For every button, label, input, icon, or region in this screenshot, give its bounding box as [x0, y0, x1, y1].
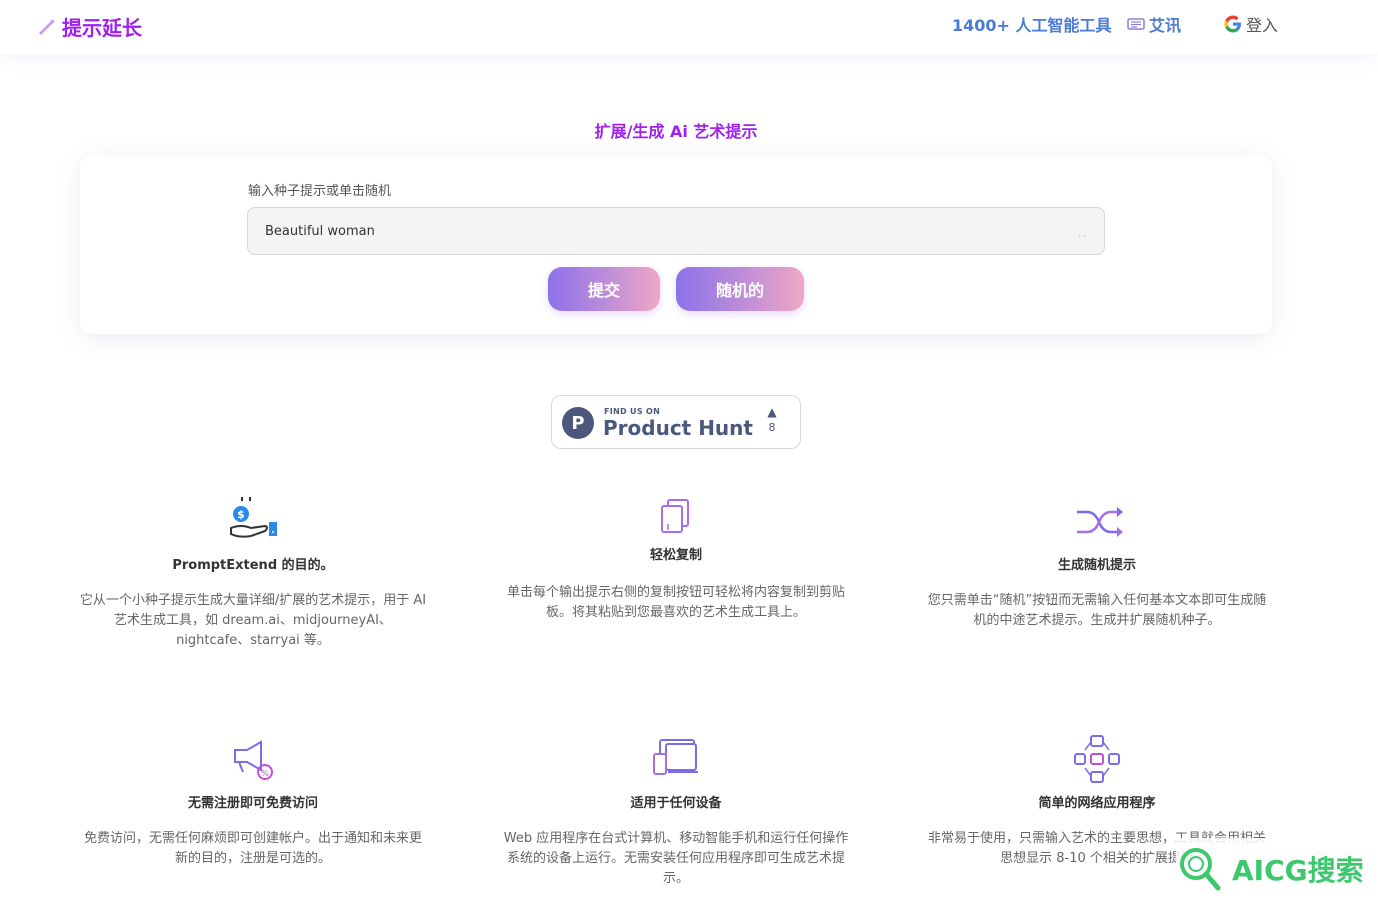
devices-icon	[653, 739, 698, 775]
product-hunt-vote: ▲ 8	[764, 405, 780, 434]
feature-purpose: $ PromptExtend 的目的。 它从一个小种子提示生成大量详细/扩展的艺…	[78, 494, 428, 651]
upvote-triangle-icon: ▲	[767, 405, 777, 419]
top-header: 提示延长 1400+ 人工智能工具 艾讯 登入	[0, 0, 1378, 54]
feature-title: 无需注册即可免费访问	[187, 796, 318, 811]
feature-any-device: 适用于任何设备 Web 应用程序在台式计算机、移动智能手机和运行任何操作系统的设…	[501, 732, 851, 889]
feature-title: 轻松复制	[649, 548, 702, 563]
section-title: 扩展/生成 Ai 艺术提示	[594, 122, 758, 141]
feature-title: PromptExtend 的目的。	[172, 558, 334, 573]
megaphone-icon: %	[234, 740, 273, 780]
magic-wand-icon	[39, 19, 55, 35]
product-hunt-logo-icon: P	[562, 407, 594, 439]
feature-easy-copy: 轻松复制 单击每个输出提示右侧的复制按钮可轻松将内容复制到剪贴板。将其粘贴到您最…	[501, 494, 851, 623]
google-icon	[1224, 15, 1241, 33]
feature-random-prompt: 生成随机提示 您只需单击“随机”按钮而无需输入任何基本文本即可生成随机的中途艺术…	[922, 494, 1272, 631]
feature-title: 简单的网络应用程序	[1038, 796, 1156, 811]
newspaper-icon	[1127, 18, 1145, 30]
product-hunt-logo-letter: P	[571, 412, 585, 434]
google-login-link[interactable]: 登入	[1224, 12, 1278, 36]
aicg-watermark: AICG搜索	[1176, 838, 1378, 899]
shuffle-icon	[1077, 507, 1123, 537]
workflow-icon	[1074, 735, 1120, 783]
product-hunt-title: Product Hunt	[603, 416, 753, 440]
svg-text:%: %	[261, 769, 269, 778]
money-hand-icon: $	[230, 497, 277, 538]
nav-news-link[interactable]: 艾讯	[1127, 12, 1181, 36]
seed-prompt-value: Beautiful woman	[265, 223, 375, 239]
input-label: 输入种子提示或单击随机	[248, 184, 392, 199]
feature-free-access: % 无需注册即可免费访问 免费访问，无需任何麻烦即可创建帐户。出于通知和未来更新…	[78, 732, 428, 869]
feature-title: 生成随机提示	[1057, 558, 1136, 573]
product-hunt-small-text: FIND US ON	[604, 407, 661, 416]
feature-description: 您只需单击“随机”按钮而无需输入任何基本文本即可生成随机的中途艺术提示。生成并扩…	[927, 593, 1267, 628]
feature-title: 适用于任何设备	[630, 796, 722, 811]
copy-icon	[661, 499, 689, 533]
watermark-text: AICG搜索	[1232, 853, 1364, 887]
nav-news-label: 艾讯	[1149, 16, 1182, 35]
prompt-card: 输入种子提示或单击随机 Beautiful woman ·· 提交 随机的	[80, 155, 1272, 334]
vote-count: 8	[768, 421, 776, 434]
feature-description: Web 应用程序在台式计算机、移动智能手机和运行任何操作系统的设备上运行。无需安…	[503, 831, 849, 886]
feature-description: 单击每个输出提示右侧的复制按钮可轻松将内容复制到剪贴板。将其粘贴到您最喜欢的艺术…	[506, 585, 845, 620]
resize-handle-icon[interactable]: ··	[1078, 232, 1088, 242]
svg-text:$: $	[237, 508, 245, 521]
site-logo[interactable]: 提示延长	[38, 12, 142, 41]
feature-description: 它从一个小种子提示生成大量详细/扩展的艺术提示，用于 AI 艺术生成工具，如 d…	[79, 593, 427, 648]
login-label: 登入	[1246, 16, 1279, 35]
random-button[interactable]: 随机的	[676, 267, 804, 311]
submit-button[interactable]: 提交	[548, 267, 660, 311]
logo-text: 提示延长	[62, 16, 142, 40]
seed-prompt-input[interactable]: Beautiful woman ··	[247, 207, 1105, 255]
nav-ai-tools-link[interactable]: 1400+ 人工智能工具	[952, 12, 1112, 36]
feature-description: 免费访问，无需任何麻烦即可创建帐户。出于通知和未来更新的目的，注册是可选的。	[83, 831, 422, 866]
nav-ai-tools-label: 1400+ 人工智能工具	[952, 16, 1112, 35]
product-hunt-badge[interactable]: P FIND US ON Product Hunt ▲ 8	[551, 395, 801, 449]
magnifier-icon	[1180, 847, 1221, 890]
